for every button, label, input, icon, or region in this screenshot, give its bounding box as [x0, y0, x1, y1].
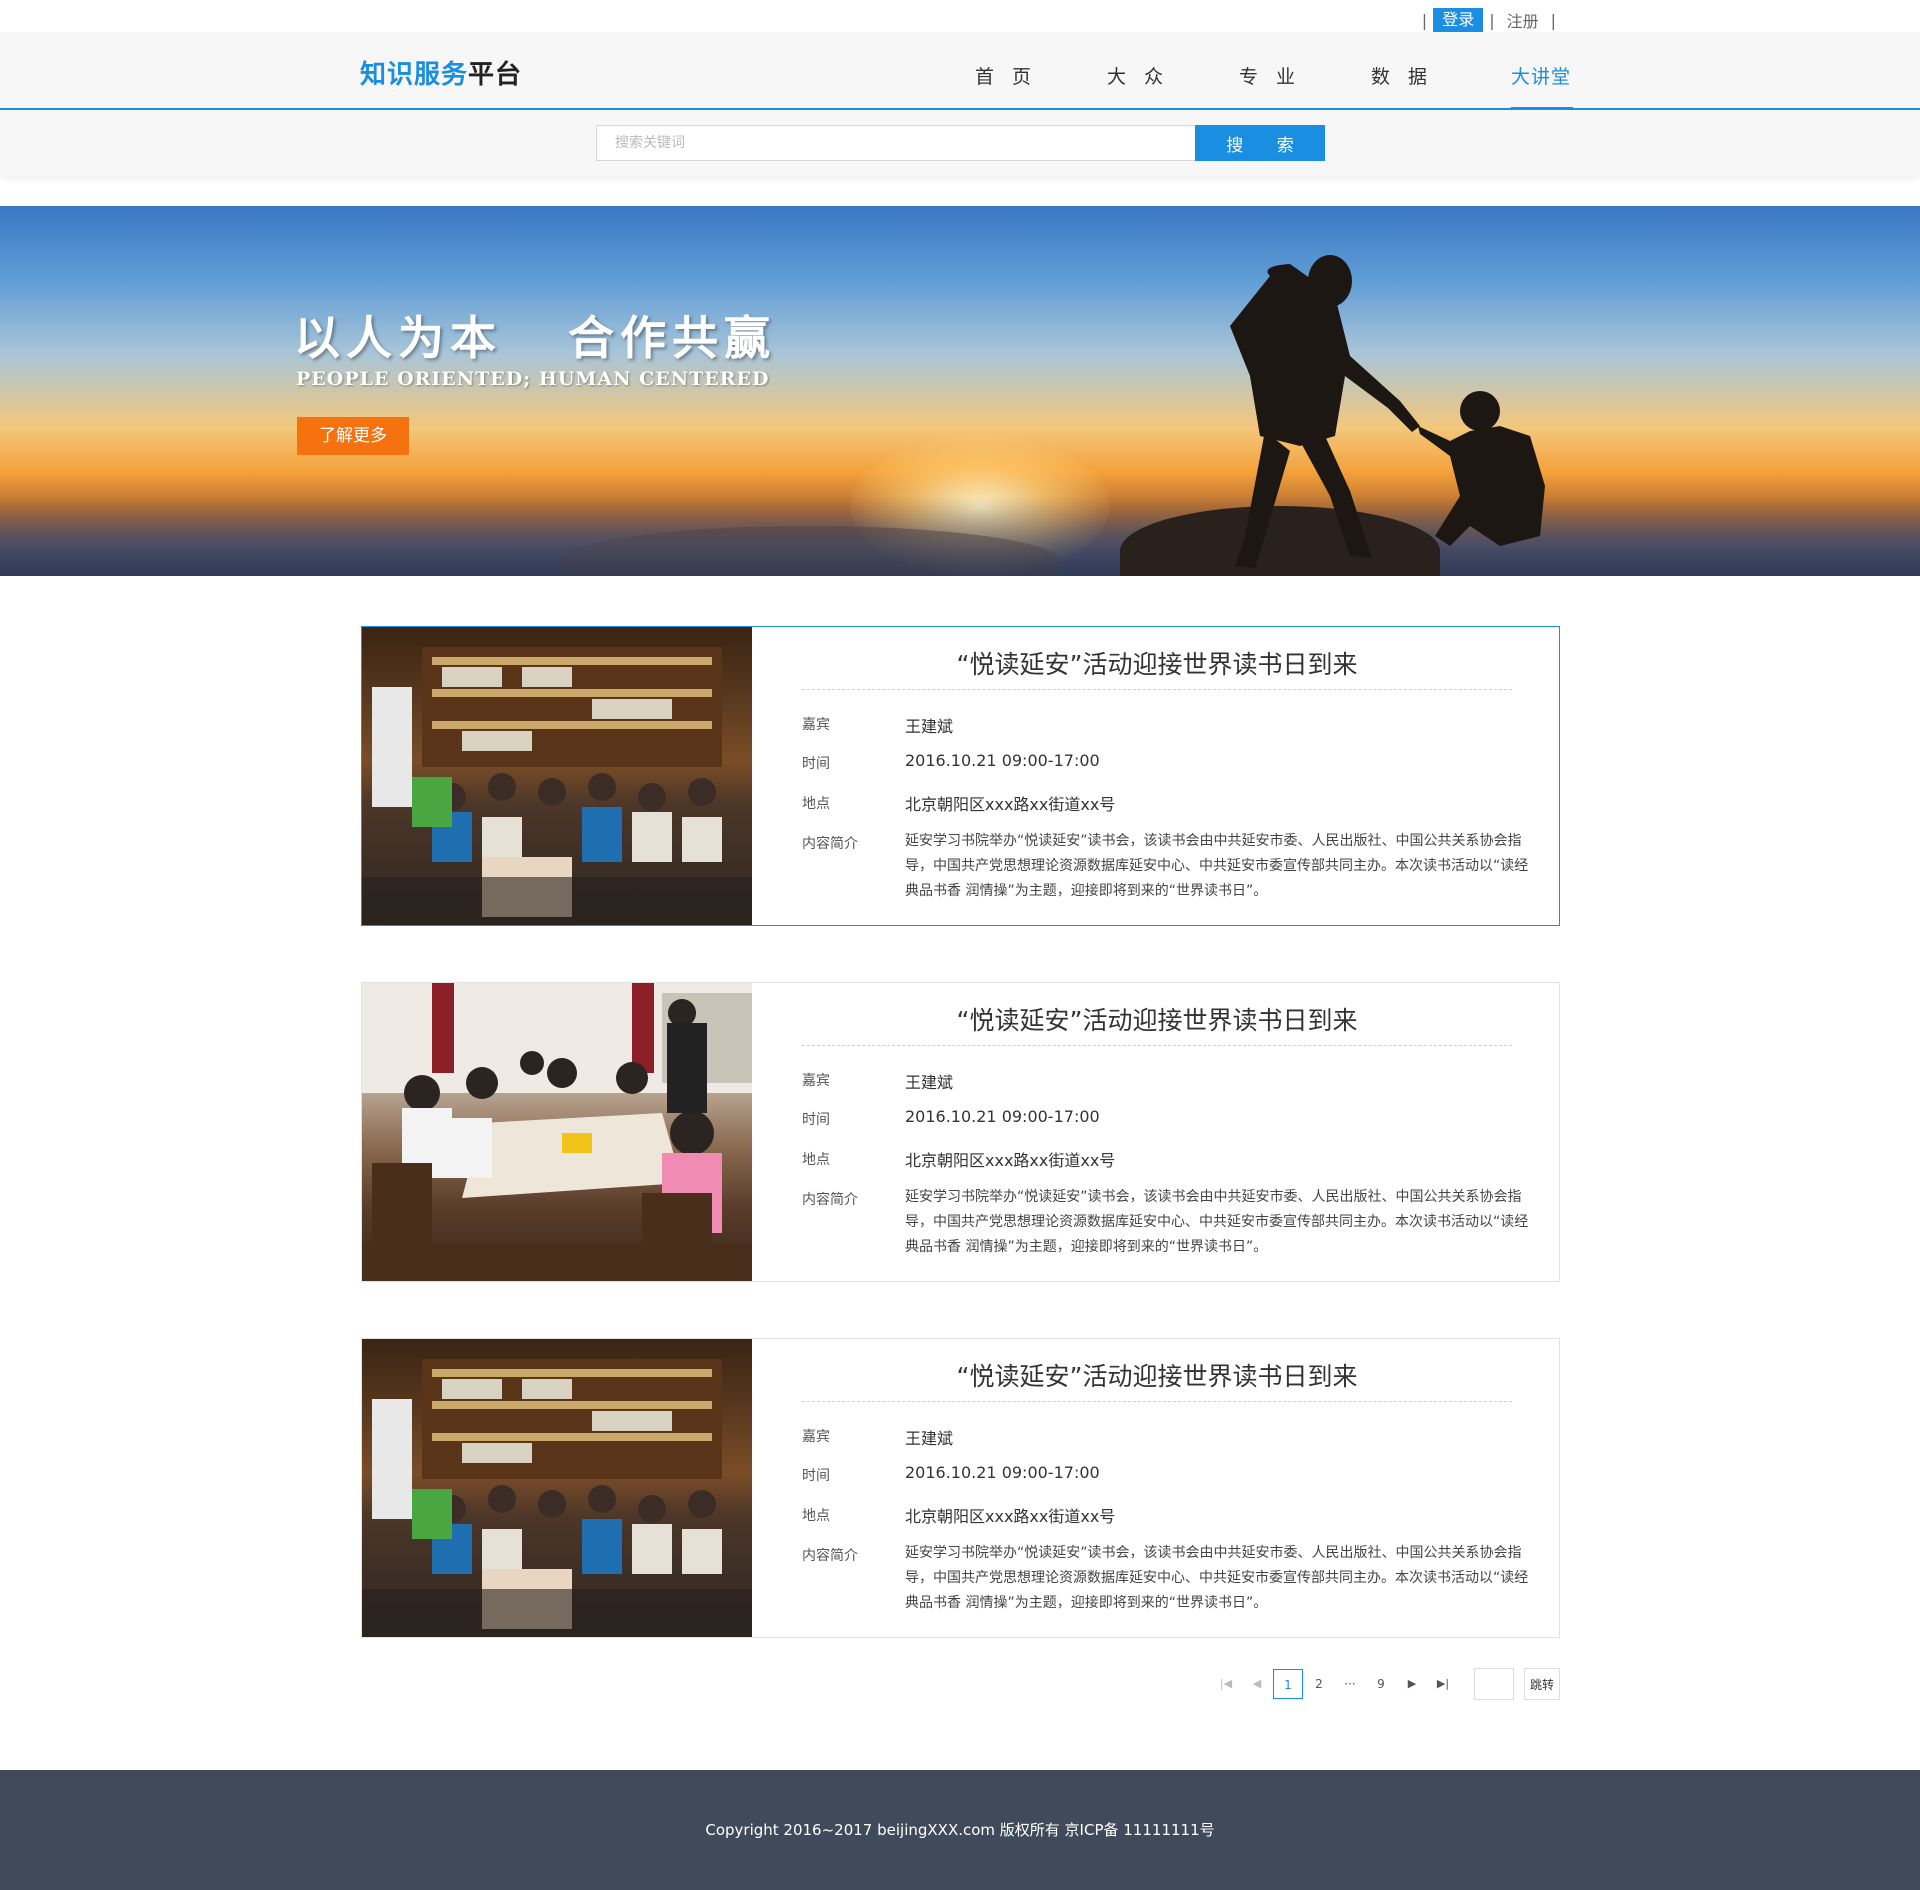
page-number[interactable]: 2 [1304, 1669, 1334, 1699]
banner-headline: 以人为本 合作共赢 [294, 311, 777, 365]
time-value: 2016.10.21 09:00-17:00 [905, 1463, 1100, 1482]
separator: | [1489, 10, 1495, 30]
title-divider [802, 1401, 1512, 1402]
nav-item-lecture-hall[interactable]: 大讲堂 [1511, 32, 1573, 110]
page-ellipsis: ··· [1344, 1677, 1356, 1691]
event-photo[interactable] [362, 1339, 752, 1637]
place-value: 北京朝阳区xxx路xx街道xx号 [905, 795, 1116, 814]
next-page-icon[interactable]: ▶ [1397, 1669, 1427, 1699]
account-links: | 登录 | 注册 | [1416, 8, 1562, 32]
top-utility-bar: | 登录 | 注册 | [0, 0, 1920, 32]
place-value: 北京朝阳区xxx路xx街道xx号 [905, 1151, 1116, 1170]
event-title[interactable]: “悦读延安”活动迎接世界读书日到来 [802, 1001, 1512, 1037]
time-label: 时间 [802, 756, 830, 772]
event-title[interactable]: “悦读延安”活动迎接世界读书日到来 [802, 1357, 1512, 1393]
event-photo[interactable] [362, 627, 752, 925]
banner-subline: PEOPLE ORIENTED; HUMAN CENTERED [296, 368, 770, 390]
time-label: 时间 [802, 1468, 830, 1484]
guest-label: 嘉宾 [802, 1429, 830, 1445]
guest-label: 嘉宾 [802, 1073, 830, 1089]
separator: | [1550, 10, 1556, 30]
main-nav: 首页 大众 专业 数据 大讲堂 [975, 32, 1573, 110]
cloud-sea [0, 496, 1920, 576]
search-button[interactable]: 搜 索 [1195, 125, 1325, 161]
reading-session-bookshelf-icon [362, 647, 752, 925]
page-jump-button[interactable]: 跳转 [1524, 1668, 1560, 1700]
search-input[interactable] [596, 125, 1196, 161]
intro-label: 内容简介 [802, 1548, 858, 1564]
children-reading-table-icon [362, 983, 752, 1281]
title-divider [802, 1045, 1512, 1046]
intro-label: 内容简介 [802, 1192, 858, 1208]
place-value: 北京朝阳区xxx路xx街道xx号 [905, 1507, 1116, 1526]
time-label: 时间 [802, 1112, 830, 1128]
guest-value: 王建斌 [905, 717, 954, 736]
nav-item-data[interactable]: 数据 [1371, 32, 1503, 110]
guest-value: 王建斌 [905, 1073, 954, 1092]
first-page-icon[interactable]: |◀ [1211, 1669, 1241, 1699]
site-logo[interactable]: 知识服务平台 [360, 54, 522, 91]
time-value: 2016.10.21 09:00-17:00 [905, 1107, 1100, 1126]
event-title[interactable]: “悦读延安”活动迎接世界读书日到来 [802, 645, 1512, 681]
helping-hand-silhouette-icon [1230, 255, 1545, 568]
place-label: 地点 [802, 1152, 830, 1168]
site-footer: Copyright 2016~2017 beijingXXX.com 版权所有 … [0, 1770, 1920, 1890]
page-number[interactable]: 1 [1273, 1669, 1303, 1699]
nav-item-public[interactable]: 大众 [1107, 32, 1239, 110]
intro-text: 延安学习书院举办“悦读延安”读书会，该读书会由中共延安市委、人民出版社、中国公共… [905, 1545, 1529, 1611]
site-header: 知识服务平台 首页 大众 专业 数据 大讲堂 [0, 32, 1920, 110]
prev-page-icon[interactable]: ◀ [1242, 1669, 1272, 1699]
page-jump-input[interactable] [1474, 1668, 1514, 1700]
event-card[interactable]: “悦读延安”活动迎接世界读书日到来 嘉宾 王建斌 时间 2016.10.21 0… [361, 982, 1560, 1282]
learn-more-button[interactable]: 了解更多 [297, 417, 409, 455]
time-value: 2016.10.21 09:00-17:00 [905, 751, 1100, 770]
hero-banner: 以人为本 合作共赢 PEOPLE ORIENTED; HUMAN CENTERE… [0, 206, 1920, 576]
event-card[interactable]: “悦读延安”活动迎接世界读书日到来 嘉宾 王建斌 时间 2016.10.21 0… [361, 1338, 1560, 1638]
separator: | [1421, 10, 1428, 30]
title-divider [802, 689, 1512, 690]
event-card[interactable]: “悦读延安”活动迎接世界读书日到来 嘉宾 王建斌 时间 2016.10.21 0… [361, 626, 1560, 926]
intro-text: 延安学习书院举办“悦读延安”读书会，该读书会由中共延安市委、人民出版社、中国公共… [905, 833, 1529, 899]
last-page-icon[interactable]: ▶| [1428, 1669, 1458, 1699]
search-bar: 搜 索 [0, 110, 1920, 176]
page-number[interactable]: 9 [1366, 1669, 1396, 1699]
reading-session-bookshelf-icon [362, 1359, 752, 1637]
intro-text: 延安学习书院举办“悦读延安”读书会，该读书会由中共延安市委、人民出版社、中国公共… [905, 1189, 1529, 1255]
guest-value: 王建斌 [905, 1429, 954, 1448]
nav-item-home[interactable]: 首页 [975, 32, 1107, 110]
nav-item-professional[interactable]: 专业 [1239, 32, 1371, 110]
logo-text-secondary: 平台 [468, 60, 523, 90]
register-link[interactable]: 注册 [1501, 8, 1545, 32]
intro-label: 内容简介 [802, 836, 858, 852]
login-link[interactable]: 登录 [1433, 8, 1484, 32]
place-label: 地点 [802, 1508, 830, 1524]
logo-text-primary: 知识服务 [360, 60, 469, 90]
copyright-text: Copyright 2016~2017 beijingXXX.com 版权所有 … [705, 1821, 1215, 1839]
event-photo[interactable] [362, 983, 752, 1281]
pagination: |◀ ◀ 1 2 ··· 9 ▶ ▶| 跳转 [1210, 1668, 1560, 1700]
guest-label: 嘉宾 [802, 717, 830, 733]
place-label: 地点 [802, 796, 830, 812]
